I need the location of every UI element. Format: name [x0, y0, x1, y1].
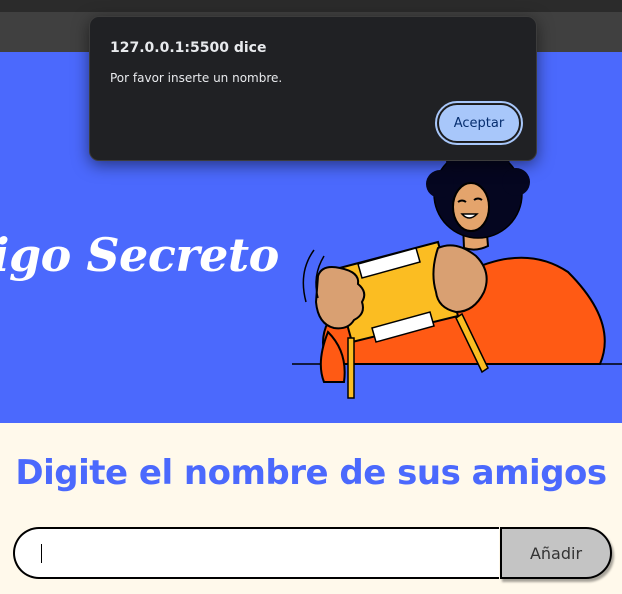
browser-tab-strip [0, 0, 622, 12]
hero-title: igo Secreto [0, 228, 279, 282]
alert-dialog-message: Por favor inserte un nombre. [110, 71, 283, 85]
friend-name-input[interactable] [13, 527, 499, 579]
page-subtitle: Digite el nombre de sus amigos [15, 453, 607, 493]
main-content: Digite el nombre de sus amigos Añadir [0, 423, 622, 594]
alert-dialog-title: 127.0.0.1:5500 dice [110, 40, 267, 56]
person-with-gift-box-illustration [292, 152, 622, 399]
text-caret [41, 544, 42, 563]
add-friend-button[interactable]: Añadir [500, 527, 612, 579]
alert-ok-button[interactable]: Aceptar [435, 101, 523, 145]
alert-dialog: 127.0.0.1:5500 dice Por favor inserte un… [89, 16, 537, 161]
